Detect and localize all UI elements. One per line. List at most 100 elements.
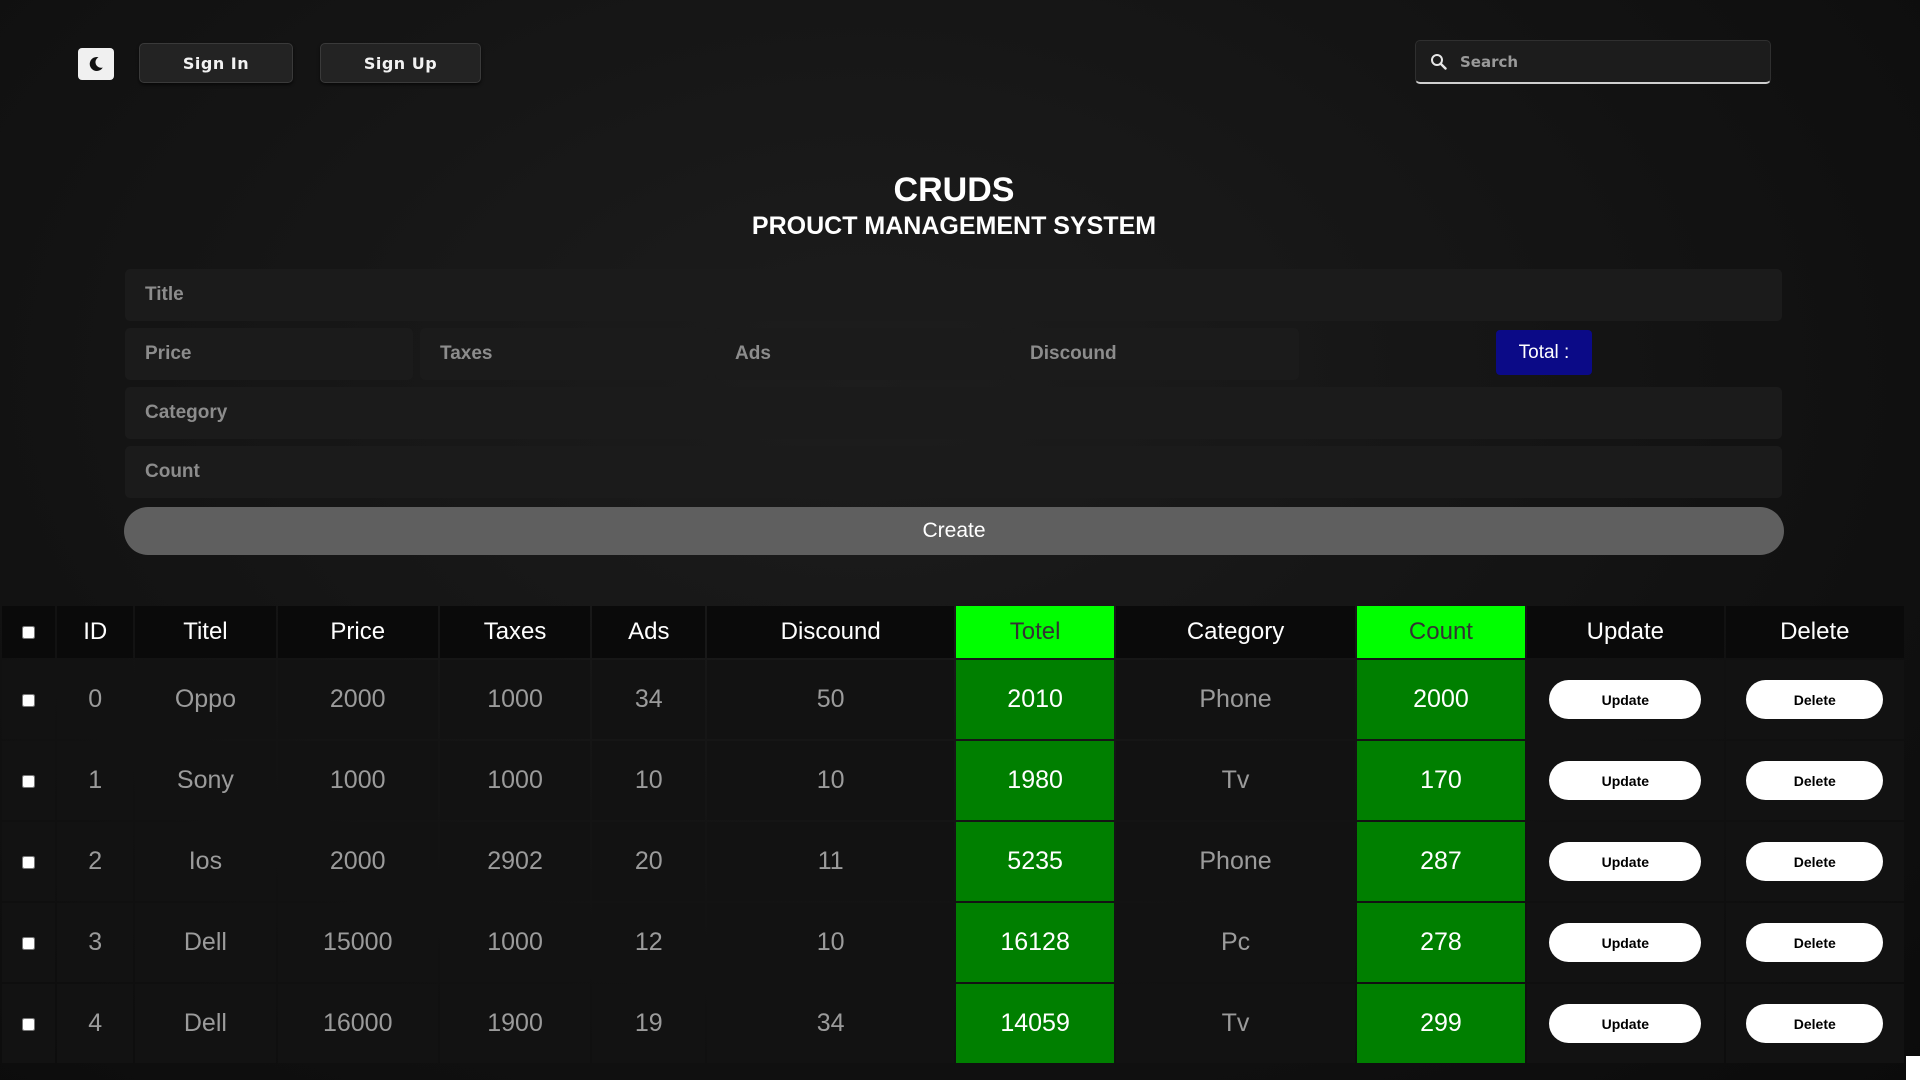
row-select-cell	[2, 903, 56, 982]
page-edge	[1906, 1056, 1920, 1080]
cell-title: Dell	[135, 903, 276, 982]
header-ads: Ads	[592, 606, 706, 658]
total-display: Total :	[1496, 330, 1592, 375]
row-checkbox[interactable]	[22, 937, 36, 950]
update-button[interactable]: Update	[1549, 842, 1702, 881]
page-heading: CRUDS PROUCT MANAGEMENT SYSTEM	[0, 170, 1908, 242]
cell-count: 278	[1356, 903, 1526, 982]
cell-category: Pc	[1116, 903, 1355, 982]
cell-taxes: 1000	[439, 741, 591, 820]
update-cell: Update	[1527, 741, 1724, 820]
delete-button[interactable]: Delete	[1746, 923, 1884, 962]
cell-discount: 34	[707, 984, 954, 1063]
header-taxes: Taxes	[439, 606, 591, 658]
sign-up-button[interactable]: Sign Up	[320, 43, 481, 83]
cell-taxes: 1900	[439, 984, 591, 1063]
delete-button[interactable]: Delete	[1746, 1004, 1884, 1043]
update-cell: Update	[1527, 822, 1724, 901]
cell-price: 2000	[277, 660, 438, 739]
page-subtitle: PROUCT MANAGEMENT SYSTEM	[751, 212, 1157, 240]
cell-title: Oppo	[135, 660, 276, 739]
header-update: Update	[1527, 606, 1724, 658]
delete-cell: Delete	[1725, 741, 1904, 820]
moon-icon	[89, 56, 103, 71]
row-select-cell	[2, 822, 56, 901]
cell-discount: 10	[707, 741, 954, 820]
cell-taxes: 2902	[439, 822, 591, 901]
ads-input[interactable]	[715, 328, 1004, 380]
header-price: Price	[277, 606, 438, 658]
select-all-checkbox[interactable]	[22, 626, 36, 639]
delete-cell: Delete	[1725, 984, 1904, 1063]
table-row: 0 Oppo 2000 1000 34 50 2010 Phone 2000 U…	[2, 660, 1904, 739]
sign-in-button[interactable]: Sign In	[139, 43, 293, 83]
delete-button[interactable]: Delete	[1746, 842, 1884, 881]
count-input[interactable]	[125, 446, 1782, 498]
update-cell: Update	[1527, 660, 1724, 739]
row-checkbox[interactable]	[22, 775, 36, 788]
header-title: Titel	[135, 606, 276, 658]
cell-price: 1000	[277, 741, 438, 820]
theme-toggle-button[interactable]	[78, 48, 114, 80]
select-all-header	[2, 606, 56, 658]
price-input[interactable]	[125, 328, 413, 380]
page-title: CRUDS	[893, 171, 1015, 209]
cell-discount: 50	[707, 660, 954, 739]
cell-title: Ios	[135, 822, 276, 901]
cell-price: 2000	[277, 822, 438, 901]
cell-count: 2000	[1356, 660, 1526, 739]
update-button[interactable]: Update	[1549, 1004, 1702, 1043]
table-row: 1 Sony 1000 1000 10 10 1980 Tv 170 Updat…	[2, 741, 1904, 820]
delete-button[interactable]: Delete	[1746, 680, 1884, 719]
cell-taxes: 1000	[439, 660, 591, 739]
cell-count: 299	[1356, 984, 1526, 1063]
cell-id: 1	[57, 741, 134, 820]
cell-total: 5235	[955, 822, 1115, 901]
cell-ads: 34	[592, 660, 706, 739]
table-row: 2 Ios 2000 2902 20 11 5235 Phone 287 Upd…	[2, 822, 1904, 901]
update-button[interactable]: Update	[1549, 923, 1702, 962]
update-button[interactable]: Update	[1549, 761, 1702, 800]
cell-ads: 10	[592, 741, 706, 820]
search-input[interactable]	[1458, 51, 1752, 72]
cell-ads: 20	[592, 822, 706, 901]
delete-cell: Delete	[1725, 660, 1904, 739]
total-label: Total :	[1518, 341, 1570, 363]
cell-discount: 11	[707, 822, 954, 901]
cell-ads: 12	[592, 903, 706, 982]
cell-total: 16128	[955, 903, 1115, 982]
cell-total: 1980	[955, 741, 1115, 820]
cell-id: 3	[57, 903, 134, 982]
row-select-cell	[2, 741, 56, 820]
delete-button[interactable]: Delete	[1746, 761, 1884, 800]
cell-ads: 19	[592, 984, 706, 1063]
delete-cell: Delete	[1725, 822, 1904, 901]
category-input[interactable]	[125, 387, 1782, 439]
update-button[interactable]: Update	[1549, 680, 1702, 719]
create-button[interactable]: Create	[124, 507, 1784, 555]
header-delete: Delete	[1725, 606, 1904, 658]
table-row: 3 Dell 15000 1000 12 10 16128 Pc 278 Upd…	[2, 903, 1904, 982]
row-checkbox[interactable]	[22, 1018, 36, 1031]
header-category: Category	[1116, 606, 1355, 658]
update-cell: Update	[1527, 984, 1724, 1063]
cell-price: 15000	[277, 903, 438, 982]
search-box[interactable]	[1415, 40, 1771, 84]
cell-taxes: 1000	[439, 903, 591, 982]
cell-category: Tv	[1116, 741, 1355, 820]
row-checkbox[interactable]	[22, 856, 36, 869]
cell-title: Sony	[135, 741, 276, 820]
header-discount: Discound	[707, 606, 954, 658]
taxes-input[interactable]	[420, 328, 708, 380]
title-input[interactable]	[125, 269, 1782, 321]
row-checkbox[interactable]	[22, 694, 36, 707]
cell-title: Dell	[135, 984, 276, 1063]
cell-total: 14059	[955, 984, 1115, 1063]
cell-price: 16000	[277, 984, 438, 1063]
discount-input[interactable]	[1010, 328, 1299, 380]
cell-category: Phone	[1116, 822, 1355, 901]
cell-count: 287	[1356, 822, 1526, 901]
cell-total: 2010	[955, 660, 1115, 739]
cell-count: 170	[1356, 741, 1526, 820]
products-table: ID Titel Price Taxes Ads Discound Totel …	[0, 604, 1906, 1065]
